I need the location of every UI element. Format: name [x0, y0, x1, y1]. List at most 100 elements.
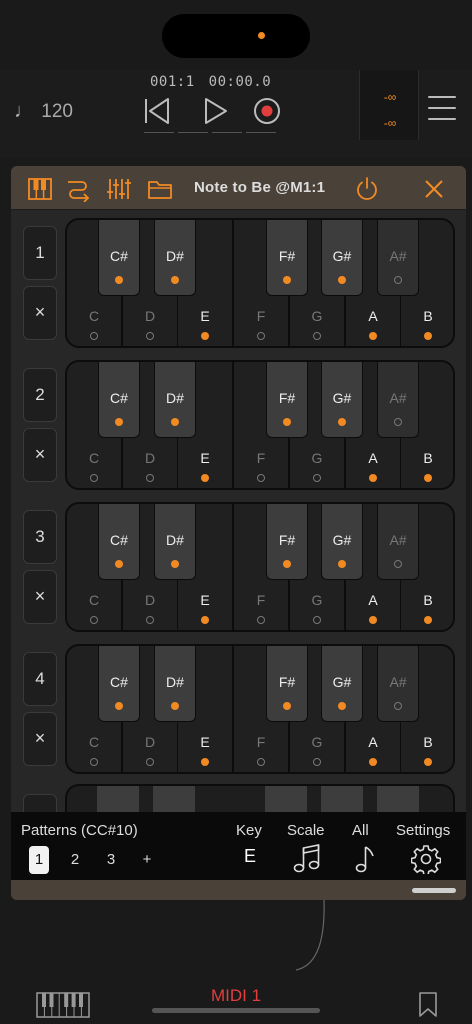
key-indicator-dot	[257, 758, 265, 766]
black-key[interactable]: G#	[321, 220, 363, 296]
black-key[interactable]: C#	[98, 646, 140, 722]
pattern-row: 4 × C D E F G A B C# D# F# G# A#	[21, 644, 457, 776]
key-label: C	[88, 308, 100, 324]
patterns-label: Patterns (CC#10)	[21, 822, 138, 839]
note-keyboard: C D E F G A B C# D# F# G# A#	[65, 502, 455, 632]
key-label: A#	[389, 532, 407, 548]
record-button[interactable]	[252, 94, 282, 128]
key-indicator-dot	[283, 560, 291, 568]
key-indicator-dot	[257, 474, 265, 482]
all-button[interactable]	[353, 844, 377, 879]
key-label: D#	[166, 248, 184, 264]
scale-label: Scale	[287, 822, 325, 839]
meter-left: -∞	[383, 90, 397, 104]
key-value-button[interactable]: E	[244, 846, 256, 867]
key-label: F#	[278, 248, 296, 264]
folder-icon[interactable]	[147, 176, 173, 202]
key-indicator-dot	[394, 702, 402, 710]
pattern-button[interactable]: 3	[101, 846, 121, 874]
key-label: C#	[110, 248, 128, 264]
bookmark-icon[interactable]	[418, 992, 438, 1023]
pattern-button[interactable]: 1	[29, 846, 49, 874]
key-label: E	[200, 592, 210, 608]
pattern-button[interactable]: 2	[65, 846, 85, 874]
routing-icon[interactable]	[65, 176, 91, 203]
key-indicator-dot	[338, 276, 346, 284]
piano-icon[interactable]	[27, 176, 53, 202]
black-key[interactable]: D#	[154, 220, 196, 296]
black-key[interactable]: G#	[321, 504, 363, 580]
key-indicator-dot	[90, 758, 98, 766]
clear-pattern-button[interactable]: ×	[23, 286, 57, 340]
close-icon[interactable]	[421, 176, 447, 202]
black-key[interactable]: A#	[377, 646, 419, 722]
black-key[interactable]: A#	[377, 504, 419, 580]
add-pattern-button[interactable]: +	[137, 846, 157, 874]
settings-label: Settings	[396, 822, 451, 839]
scale-button[interactable]	[293, 844, 321, 879]
key-label: A	[368, 308, 378, 324]
black-key[interactable]: F#	[266, 504, 308, 580]
music-note-icon	[355, 846, 374, 873]
key-label: C#	[110, 674, 128, 690]
black-key[interactable]: G#	[321, 362, 363, 438]
key-indicator-dot	[424, 758, 432, 766]
key-label: G#	[332, 248, 352, 264]
midi-track-label[interactable]: MIDI 1	[0, 986, 472, 1006]
key-label: A#	[389, 390, 407, 406]
scrollbar-thumb[interactable]	[412, 888, 456, 893]
key-label: C	[88, 450, 100, 466]
tempo-display[interactable]: ♩ 120	[14, 100, 73, 123]
black-key[interactable]: D#	[154, 646, 196, 722]
bottom-bar: MIDI 1	[0, 980, 472, 1024]
clear-pattern-button[interactable]: ×	[23, 428, 57, 482]
key-indicator-dot	[313, 474, 321, 482]
pattern-row: 2 × C D E F G A B C# D# F# G# A#	[21, 360, 457, 492]
horizontal-scrollbar[interactable]	[11, 880, 466, 900]
key-label: G	[311, 450, 323, 466]
key-label: F	[256, 450, 266, 466]
key-label: C	[88, 592, 100, 608]
black-key[interactable]: C#	[98, 220, 140, 296]
key-label: C	[88, 734, 100, 750]
key-indicator-dot	[115, 702, 123, 710]
black-key[interactable]: F#	[266, 646, 308, 722]
time-counter: 00:00.0	[208, 74, 272, 90]
play-button[interactable]	[202, 94, 230, 128]
black-key[interactable]: D#	[154, 362, 196, 438]
settings-button[interactable]	[410, 844, 442, 879]
black-key[interactable]: F#	[266, 362, 308, 438]
plugin-title: Note to Be @M1:1	[194, 179, 326, 196]
black-key[interactable]: A#	[377, 362, 419, 438]
pattern-number-button[interactable]: 4	[23, 652, 57, 706]
note-keyboard: C D E F G A B C# D# F# G# A#	[65, 644, 455, 774]
level-meter: -∞ -∞	[359, 70, 419, 140]
black-key[interactable]: C#	[98, 504, 140, 580]
key-label: G	[311, 592, 323, 608]
key-indicator-dot	[146, 332, 154, 340]
key-label: F#	[278, 674, 296, 690]
key-label: G#	[332, 390, 352, 406]
black-key[interactable]: D#	[154, 504, 196, 580]
black-key[interactable]: G#	[321, 646, 363, 722]
hamburger-menu-icon[interactable]	[428, 96, 456, 120]
rewind-button[interactable]	[142, 94, 172, 128]
clear-pattern-button[interactable]: ×	[23, 570, 57, 624]
connection-wire	[295, 900, 325, 971]
recording-indicator	[258, 32, 265, 39]
black-key[interactable]: A#	[377, 220, 419, 296]
key-label: B	[423, 734, 433, 750]
pattern-number-button[interactable]: 2	[23, 368, 57, 422]
key-indicator-dot	[171, 702, 179, 710]
power-icon[interactable]	[354, 176, 380, 202]
key-indicator-dot	[338, 418, 346, 426]
play-icon	[205, 98, 227, 124]
black-key[interactable]: F#	[266, 220, 308, 296]
clear-pattern-button[interactable]: ×	[23, 712, 57, 766]
black-key[interactable]: C#	[98, 362, 140, 438]
pattern-number-button[interactable]: 1	[23, 226, 57, 280]
key-indicator-dot	[171, 418, 179, 426]
key-indicator-dot	[424, 332, 432, 340]
mixer-icon[interactable]	[106, 176, 132, 202]
pattern-number-button[interactable]: 3	[23, 510, 57, 564]
